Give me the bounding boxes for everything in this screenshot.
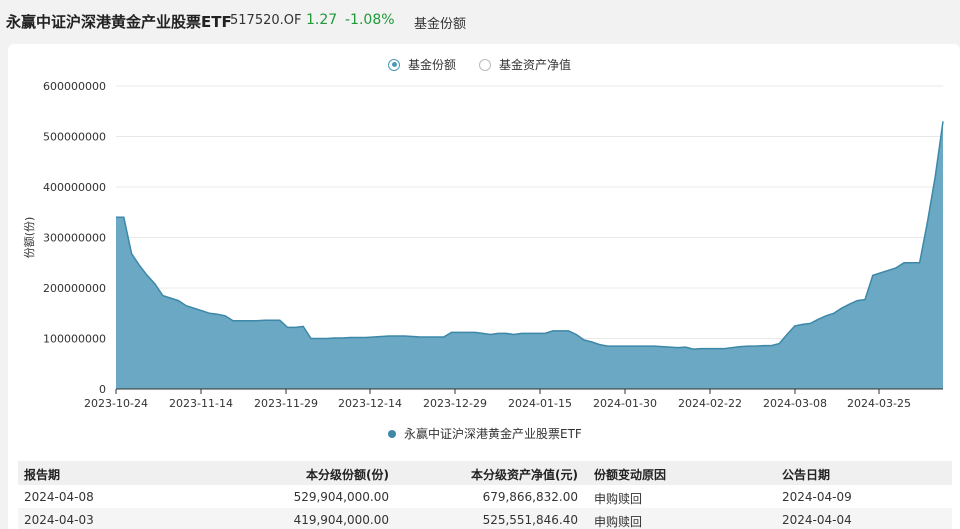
x-tick-label: 2024-01-30	[593, 397, 657, 410]
cell-shares: 529,904,000.00	[293, 490, 389, 504]
col-header-report-period: 报告期	[24, 468, 61, 482]
cell-net-assets: 679,866,832.00	[482, 490, 578, 504]
col-header-change-reason: 份额变动原因	[594, 468, 667, 482]
col-header-net-assets: 本分级资产净值(元)	[471, 468, 578, 482]
cell-announce-date: 2024-04-09	[782, 490, 852, 504]
cell-net-assets: 525,551,846.40	[482, 513, 578, 527]
cell-report-period: 2024-04-03	[24, 513, 94, 527]
cell-report-period: 2024-04-08	[24, 490, 94, 504]
table-row: 2024-04-08 529,904,000.00 679,866,832.00…	[18, 485, 952, 508]
y-tick-label: 0	[99, 383, 106, 396]
y-tick-label: 200000000	[43, 282, 106, 295]
y-tick-label: 100000000	[43, 333, 106, 346]
cell-announce-date: 2024-04-04	[782, 513, 852, 527]
x-tick-label: 2024-03-08	[763, 397, 827, 410]
y-tick-label: 400000000	[43, 181, 106, 194]
x-tick-label: 2023-12-14	[338, 397, 402, 410]
x-tick-label: 2024-02-22	[678, 397, 742, 410]
legend-dot-icon	[388, 429, 396, 438]
x-tick-label: 2024-03-25	[847, 397, 911, 410]
table-header-row: 报告期 本分级份额(份) 本分级资产净值(元) 份额变动原因 公告日期	[18, 461, 952, 485]
chart-legend[interactable]: 永赢中证沪深港黄金产业股票ETF	[388, 425, 582, 442]
area-series-line	[116, 121, 944, 350]
x-tick-label: 2024-01-15	[508, 397, 572, 410]
legend-label: 永赢中证沪深港黄金产业股票ETF	[404, 427, 582, 441]
x-tick-label: 2023-11-29	[254, 397, 318, 410]
x-tick-label: 2023-10-24	[84, 397, 148, 410]
table-row: 2024-04-03 419,904,000.00 525,551,846.40…	[18, 508, 952, 529]
col-header-shares: 本分级份额(份)	[306, 468, 389, 482]
y-tick-label: 300000000	[43, 232, 106, 245]
cell-change-reason: 申购赎回	[594, 492, 643, 506]
x-tick-label: 2023-12-29	[423, 397, 487, 410]
share-change-table: 报告期 本分级份额(份) 本分级资产净值(元) 份额变动原因 公告日期 2024…	[18, 461, 952, 529]
y-tick-label: 600000000	[43, 80, 106, 93]
cell-shares: 419,904,000.00	[293, 513, 389, 527]
col-header-announce-date: 公告日期	[782, 468, 831, 482]
area-series-fill	[116, 121, 943, 390]
y-tick-label: 500000000	[43, 131, 106, 144]
cell-change-reason: 申购赎回	[594, 515, 643, 529]
y-axis-label: 份额(份)	[23, 217, 36, 259]
x-tick-label: 2023-11-14	[169, 397, 233, 410]
fund-shares-chart: 0 100000000 200000000 300000000 400000000 500…	[23, 80, 944, 410]
